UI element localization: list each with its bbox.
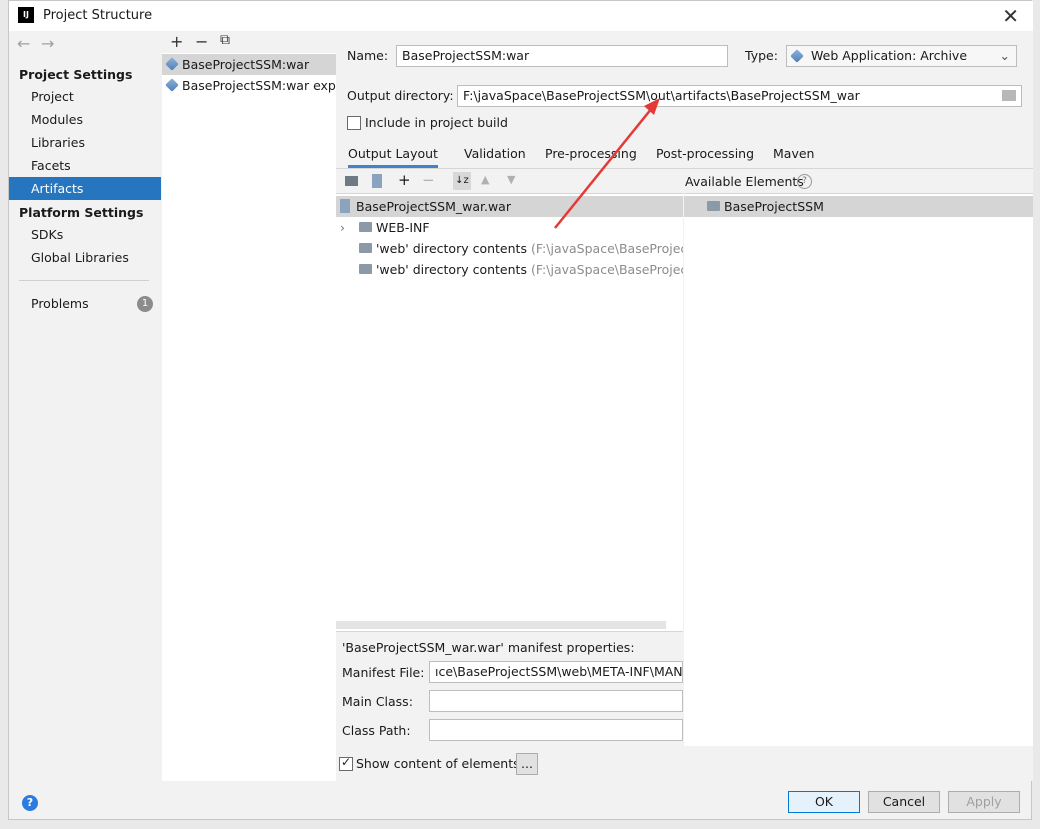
annotation-arrow-head <box>644 98 660 115</box>
annotation-arrow <box>554 98 660 229</box>
annotation-arrow-line <box>554 107 653 229</box>
